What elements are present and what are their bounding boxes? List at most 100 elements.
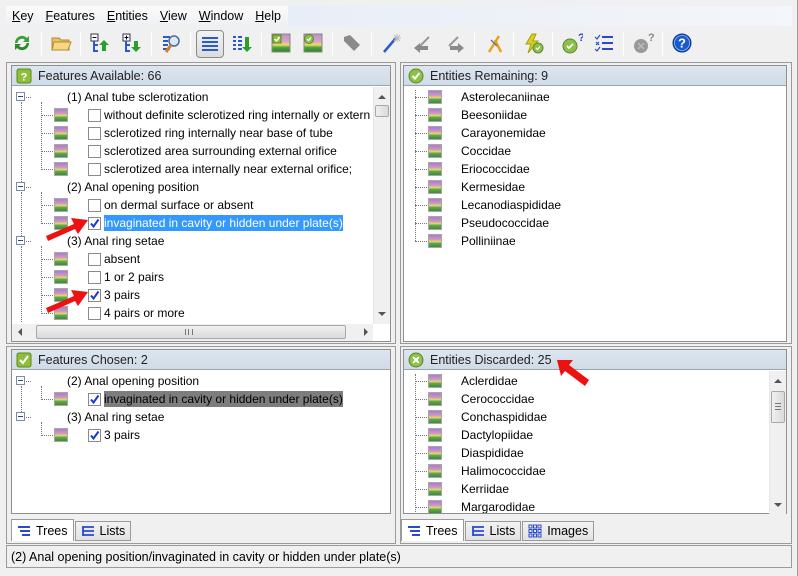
state-checkbox[interactable] — [88, 428, 101, 442]
state-image-icon[interactable] — [54, 108, 68, 122]
entity-image-icon[interactable] — [428, 216, 442, 230]
state-image-icon[interactable] — [54, 270, 68, 284]
state-image-icon[interactable] — [54, 252, 68, 266]
open-folder-button[interactable] — [47, 30, 75, 58]
entities-remaining-tree[interactable]: Asterolecaniinae Beesoniidae Carayonemidae… — [404, 86, 786, 340]
entity-item[interactable]: Pseudococcidae — [461, 214, 549, 232]
entity-item[interactable]: Dactylopiidae — [461, 426, 533, 444]
menu-entities[interactable]: Entities — [101, 9, 154, 23]
expand-tree-button[interactable] — [118, 30, 146, 58]
entity-image-icon[interactable] — [428, 410, 442, 424]
check-question-button[interactable]: ? — [558, 30, 586, 58]
entity-image-icon[interactable] — [428, 90, 442, 104]
entity-image-icon[interactable] — [428, 108, 442, 122]
state-image-icon[interactable] — [54, 198, 68, 212]
scroll-up-arrow[interactable] — [774, 379, 782, 383]
state-checkbox[interactable] — [88, 198, 101, 212]
state-image-icon[interactable] — [54, 144, 68, 158]
scroll-thumb[interactable] — [375, 105, 389, 117]
state-checkbox[interactable] — [88, 108, 101, 122]
tab-lists[interactable]: Lists — [464, 521, 522, 541]
entity-image-icon[interactable] — [428, 500, 442, 513]
scroll-right-arrow[interactable] — [364, 328, 368, 336]
feature-state[interactable]: sclerotized area surrounding external or… — [88, 142, 337, 160]
entity-item[interactable]: Coccidae — [461, 142, 511, 160]
entity-image-icon[interactable] — [428, 198, 442, 212]
collapse-toggle[interactable] — [16, 376, 25, 385]
entity-image-icon[interactable] — [428, 428, 442, 442]
find-button[interactable] — [157, 30, 185, 58]
hscroll-thumb[interactable] — [36, 325, 346, 339]
entity-item[interactable]: Carayonemidae — [461, 124, 546, 142]
feature-state[interactable]: absent — [88, 250, 140, 268]
lightning-check-button[interactable] — [519, 30, 547, 58]
entity-item[interactable]: Eriococcidae — [461, 160, 530, 178]
image-info-button[interactable] — [299, 30, 327, 58]
features-available-vscrollbar[interactable] — [373, 87, 390, 324]
feature-state[interactable]: 4 pairs or more — [88, 304, 185, 322]
image-check-button[interactable] — [267, 30, 295, 58]
entity-image-icon[interactable] — [428, 464, 442, 478]
entity-item[interactable]: Beesoniidae — [461, 106, 527, 124]
feature-state[interactable]: without definite sclerotized ring intern… — [88, 106, 370, 124]
feature-group[interactable]: (3) Anal ring setae — [67, 408, 164, 426]
scroll-down-arrow[interactable] — [378, 312, 386, 316]
features-chosen-tree[interactable]: (2) Anal opening position invaginated in … — [12, 370, 390, 513]
feature-state[interactable]: 3 pairs — [88, 286, 140, 304]
menu-help[interactable]: Help — [249, 9, 287, 23]
entity-item[interactable]: Kerriidae — [461, 480, 509, 498]
menu-view[interactable]: View — [154, 9, 193, 23]
collapse-toggle[interactable] — [16, 182, 25, 191]
scroll-up-arrow[interactable] — [378, 95, 386, 99]
collapse-toggle[interactable] — [16, 412, 25, 421]
entity-image-icon[interactable] — [428, 446, 442, 460]
feature-state[interactable]: 1 or 2 pairs — [88, 268, 164, 286]
entities-discarded-tree[interactable]: Aclerdidae Cerococcidae Conchaspididae Dact… — [404, 370, 786, 513]
features-available-hscrollbar[interactable] — [12, 324, 373, 341]
entity-image-icon[interactable] — [428, 144, 442, 158]
feature-state[interactable]: sclerotized area internally near externa… — [88, 160, 352, 178]
tab-trees[interactable]: Trees — [401, 519, 464, 541]
state-image-icon[interactable] — [54, 428, 68, 442]
sort-list-button[interactable] — [228, 30, 256, 58]
scroll-thumb[interactable] — [771, 391, 785, 423]
state-checkbox[interactable] — [88, 144, 101, 158]
feature-group[interactable]: (2) Anal opening position — [67, 178, 199, 196]
entity-item[interactable]: Asterolecaniinae — [461, 88, 550, 106]
state-checkbox[interactable] — [88, 162, 101, 176]
state-image-icon[interactable] — [54, 126, 68, 140]
feature-state[interactable]: invaginated in cavity or hidden under pl… — [88, 214, 343, 232]
help-button[interactable]: ? — [668, 30, 696, 58]
entity-item[interactable]: Polliniinae — [461, 232, 516, 250]
collapse-toggle[interactable] — [16, 92, 25, 101]
entity-item[interactable]: Halimococcidae — [461, 462, 546, 480]
feature-state[interactable]: 3 pairs — [88, 426, 140, 444]
menu-key[interactable]: Key — [6, 9, 40, 23]
entity-image-icon[interactable] — [428, 482, 442, 496]
feature-group[interactable]: (2) Anal opening position — [67, 372, 199, 390]
feature-state[interactable]: invaginated in cavity or hidden under pl… — [88, 390, 343, 408]
entity-image-icon[interactable] — [428, 180, 442, 194]
tab-trees[interactable]: Trees — [11, 519, 74, 541]
list-view-button[interactable] — [196, 30, 224, 58]
restart-button[interactable] — [8, 30, 36, 58]
feature-group[interactable]: (1) Anal tube sclerotization — [67, 88, 208, 106]
state-image-icon[interactable] — [54, 162, 68, 176]
scroll-down-arrow[interactable] — [774, 503, 782, 507]
collapse-toggle[interactable] — [16, 236, 25, 245]
entity-item[interactable]: Cerococcidae — [461, 390, 534, 408]
entity-image-icon[interactable] — [428, 162, 442, 176]
entity-item[interactable]: Kermesidae — [461, 178, 525, 196]
feature-state[interactable]: sclerotized ring internally near base of… — [88, 124, 333, 142]
entity-image-icon[interactable] — [428, 374, 442, 388]
collapse-tree-button[interactable] — [86, 30, 114, 58]
state-image-icon[interactable] — [54, 392, 68, 406]
entity-image-icon[interactable] — [428, 126, 442, 140]
state-checkbox[interactable] — [88, 252, 101, 266]
menu-window[interactable]: Window — [193, 9, 249, 23]
entity-image-icon[interactable] — [428, 234, 442, 248]
scissors-button[interactable] — [480, 30, 508, 58]
state-checkbox[interactable] — [88, 126, 101, 140]
checklist-button[interactable] — [590, 30, 618, 58]
entity-image-icon[interactable] — [428, 392, 442, 406]
